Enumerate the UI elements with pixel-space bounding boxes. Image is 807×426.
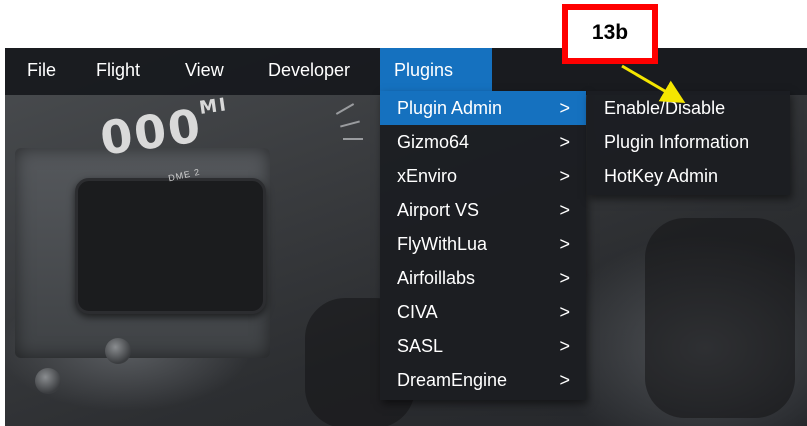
annotation-arrow-icon xyxy=(621,64,686,104)
